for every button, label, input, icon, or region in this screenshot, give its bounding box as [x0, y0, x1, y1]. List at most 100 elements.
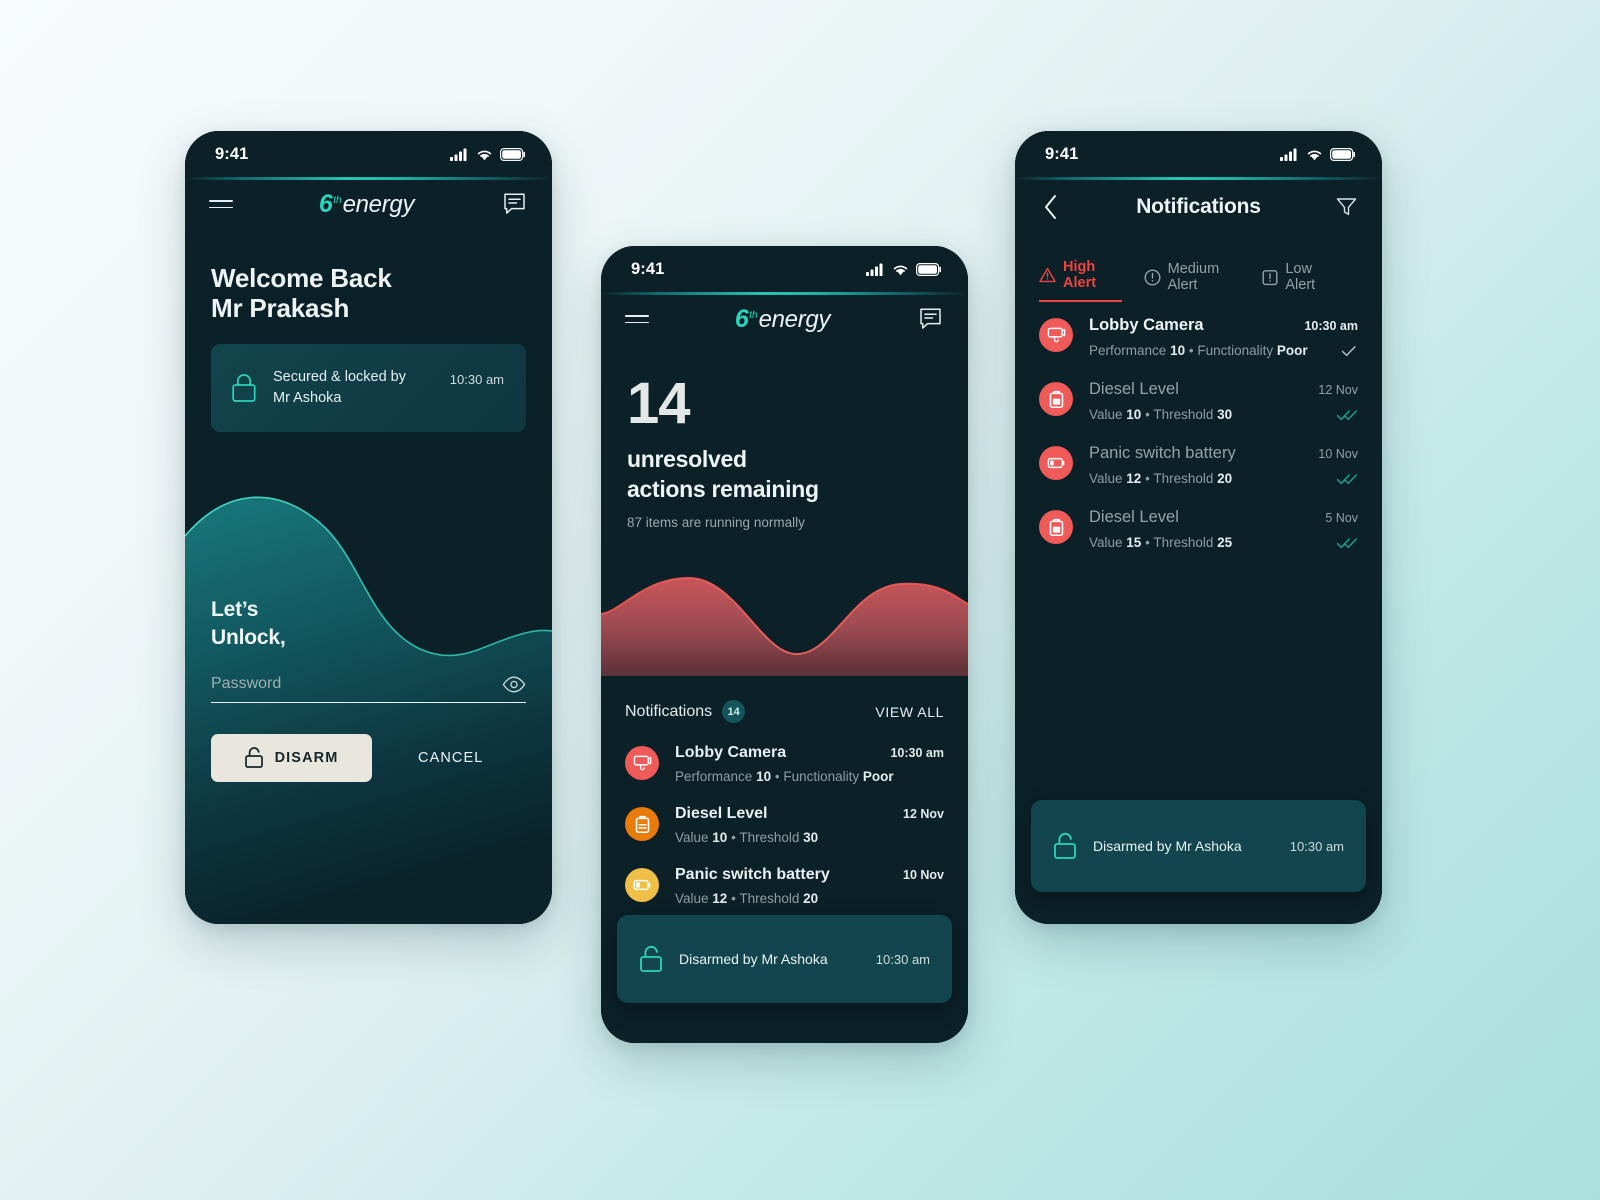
battery-icon — [500, 147, 525, 161]
meta-value-1: 10 — [1170, 343, 1186, 358]
meta-label-1: Value — [675, 891, 709, 906]
list-item-body: Lobby Camera 10:30 am Performance 10 • F… — [675, 744, 944, 784]
meta-label-1: Value — [1089, 471, 1123, 486]
secured-status-card[interactable]: Secured & locked by Mr Ashoka 10:30 am — [211, 343, 526, 432]
list-item-time: 10 Nov — [903, 868, 944, 882]
table-row-meta: Value 12 • Threshold 20 — [1089, 471, 1232, 486]
cellular-signal-icon — [1280, 148, 1297, 161]
tab-high-alert[interactable]: High Alert — [1039, 259, 1122, 302]
table-row-top: Diesel Level 12 Nov — [1089, 380, 1358, 399]
status-bar: 9:41 — [1015, 131, 1382, 177]
exclamation-square-icon — [1262, 269, 1278, 286]
list-item-time: 10:30 am — [890, 746, 944, 760]
brand-superscript: th — [749, 309, 758, 321]
list-item[interactable]: Lobby Camera 10:30 am Performance 10 • F… — [625, 744, 944, 784]
hero-headline: unresolved actions remaining — [627, 445, 942, 504]
hero-headline-line1: unresolved — [627, 446, 747, 473]
toast-text: Disarmed by Mr Ashoka — [679, 951, 828, 967]
table-row[interactable]: Diesel Level 5 Nov Value 15 • Threshold … — [1039, 508, 1358, 550]
notifications-list: Lobby Camera 10:30 am Performance 10 • F… — [1015, 316, 1382, 550]
welcome-line-2: Mr Prakash — [211, 293, 350, 324]
alert-level-tabs: High Alert Medium Alert Low Alert — [1015, 259, 1382, 302]
meta-value-2: 20 — [1217, 471, 1233, 486]
eye-icon[interactable] — [502, 676, 526, 693]
table-row-title: Lobby Camera — [1089, 316, 1204, 334]
meta-value-1: 10 — [712, 830, 728, 845]
lock-open-icon — [1053, 832, 1077, 860]
meta-label-1: Value — [675, 830, 709, 845]
disarm-button-label: DISARM — [274, 749, 339, 766]
table-row[interactable]: Lobby Camera 10:30 am Performance 10 • F… — [1039, 316, 1358, 358]
list-item-top: Lobby Camera 10:30 am — [675, 744, 944, 762]
disarmed-toast[interactable]: Disarmed by Mr Ashoka 10:30 am — [617, 915, 952, 1003]
secured-card-time: 10:30 am — [449, 371, 504, 387]
hamburger-menu-icon[interactable] — [209, 199, 233, 209]
filter-funnel-icon[interactable] — [1332, 193, 1360, 221]
phone-frame-notifications: 9:41 Notifications High Alert Medium Ale… — [1015, 131, 1382, 924]
cancel-button[interactable]: CANCEL — [418, 750, 483, 766]
table-row-body: Diesel Level 5 Nov Value 15 • Threshold … — [1089, 508, 1358, 550]
fuel-tank-icon — [1039, 510, 1073, 544]
table-row-time: 5 Nov — [1325, 511, 1358, 525]
toast-time: 10:30 am — [875, 951, 930, 967]
brand-logo: 6th energy — [735, 305, 831, 334]
dashboard-hero: 14 unresolved actions remaining 87 items… — [601, 371, 968, 530]
unlock-line-2: Unlock, — [211, 626, 286, 650]
table-row-title: Diesel Level — [1089, 508, 1179, 526]
exclamation-circle-icon — [1144, 268, 1161, 286]
table-row-time: 12 Nov — [1318, 383, 1358, 397]
chat-bubble-icon[interactable] — [916, 305, 944, 333]
view-all-link[interactable]: VIEW ALL — [875, 704, 944, 720]
status-bar: 9:41 — [601, 246, 968, 292]
status-bar: 9:41 — [185, 131, 552, 177]
notifications-top-bar: Notifications — [1015, 177, 1382, 237]
battery-low-icon — [625, 868, 659, 902]
lock-open-icon — [244, 747, 263, 769]
meta-label-1: Value — [1089, 407, 1123, 422]
top-accent-hairline — [185, 177, 552, 180]
secured-card-text: Secured & locked by Mr Ashoka — [273, 367, 450, 409]
unresolved-count: 14 — [627, 371, 691, 436]
battery-low-icon — [1039, 446, 1073, 480]
screen-welcome-unlock: 9:41 6 th energy Welcome Back Mr Prakash… — [185, 131, 552, 924]
meta-label-2: Threshold — [1153, 471, 1214, 486]
cctv-camera-icon — [625, 746, 659, 780]
meta-label-2: Functionality — [1197, 343, 1274, 358]
wifi-icon — [893, 265, 908, 275]
cellular-signal-icon — [866, 263, 883, 276]
brand-superscript: th — [333, 194, 342, 206]
meta-separator: • — [774, 769, 780, 784]
table-row-body: Lobby Camera 10:30 am Performance 10 • F… — [1089, 316, 1358, 358]
chat-bubble-icon[interactable] — [500, 190, 528, 218]
meta-label-1: Performance — [1089, 343, 1167, 358]
table-row[interactable]: Panic switch battery 10 Nov Value 12 • T… — [1039, 444, 1358, 486]
chevron-left-icon[interactable] — [1037, 193, 1065, 221]
meta-value-1: 10 — [1126, 407, 1142, 422]
meta-label-2: Threshold — [1153, 407, 1214, 422]
meta-separator: • — [731, 891, 736, 906]
table-row-meta: Performance 10 • Functionality Poor — [1089, 343, 1308, 358]
tab-medium-alert[interactable]: Medium Alert — [1144, 261, 1241, 302]
status-bar-indicators — [1280, 147, 1356, 161]
list-item[interactable]: Panic switch battery 10 Nov Value 12 • T… — [625, 866, 944, 906]
list-item[interactable]: Diesel Level 12 Nov Value 10 • Threshold… — [625, 805, 944, 845]
tab-low-alert[interactable]: Low Alert — [1262, 261, 1336, 302]
table-row-time: 10:30 am — [1304, 319, 1358, 333]
screen-notifications: 9:41 Notifications High Alert Medium Ale… — [1015, 131, 1382, 924]
wifi-icon — [477, 150, 492, 160]
table-row-body: Panic switch battery 10 Nov Value 12 • T… — [1089, 444, 1358, 486]
table-row[interactable]: Diesel Level 12 Nov Value 10 • Threshold… — [1039, 380, 1358, 422]
screen1-body: Welcome Back Mr Prakash Secured & locked… — [185, 263, 552, 432]
unlock-line-1: Let’s — [211, 598, 259, 621]
meta-label-2: Threshold — [739, 830, 800, 845]
disarmed-toast[interactable]: Disarmed by Mr Ashoka 10:30 am — [1031, 800, 1366, 892]
table-row-title: Panic switch battery — [1089, 444, 1236, 462]
hamburger-menu-icon[interactable] — [625, 314, 649, 324]
list-item-top: Diesel Level 12 Nov — [675, 805, 944, 823]
meta-value-1: 10 — [756, 769, 772, 784]
double-check-icon — [1336, 537, 1358, 549]
disarm-button[interactable]: DISARM — [211, 733, 372, 782]
double-check-icon — [1336, 409, 1358, 421]
password-input[interactable] — [211, 674, 451, 693]
table-row-top: Lobby Camera 10:30 am — [1089, 316, 1358, 335]
